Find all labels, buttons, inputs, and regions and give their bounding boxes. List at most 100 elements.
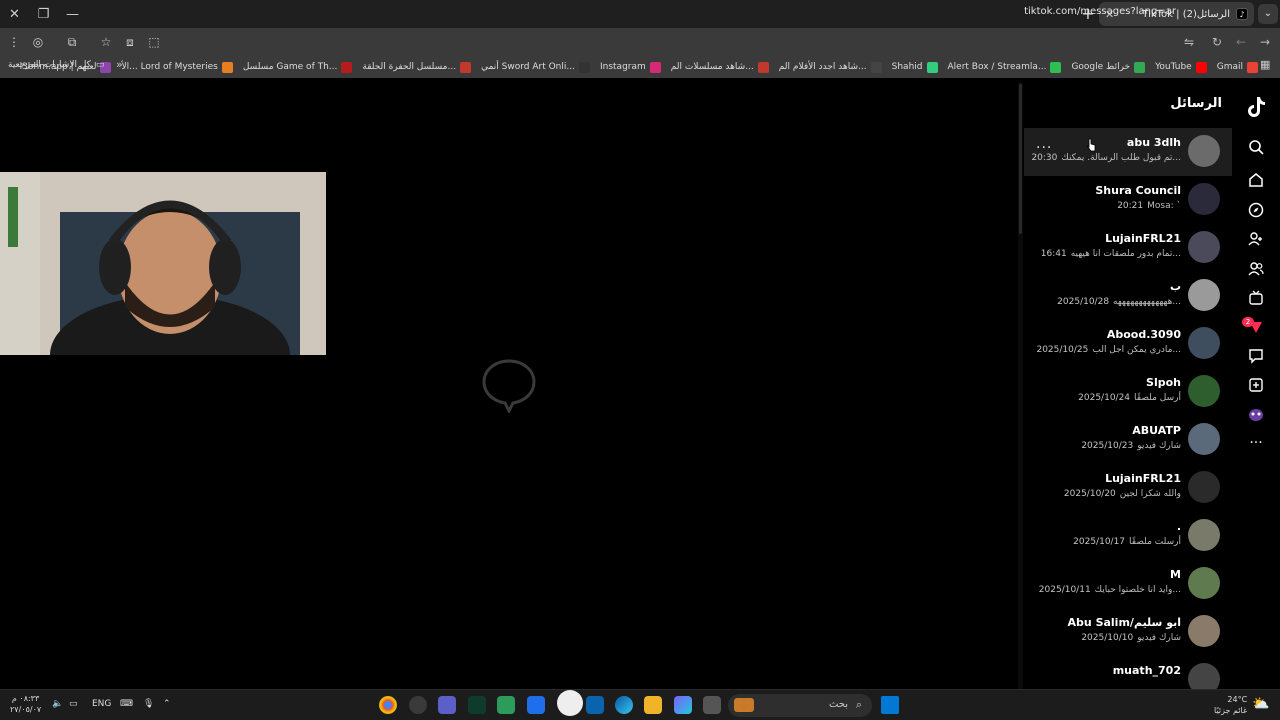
- conversation-preview: والله شكرا لجين: [1119, 489, 1181, 499]
- all-bookmarks[interactable]: كل الإشارات المرجعية ▭: [8, 60, 104, 70]
- edge-taskbar-icon[interactable]: [615, 696, 633, 714]
- clock[interactable]: ٠٨:٣٣ م ٢٧/٠٥/٠٧: [10, 693, 41, 715]
- excel-taskbar-icon[interactable]: [497, 696, 515, 714]
- extensions-icon[interactable]: ⧉: [60, 30, 84, 54]
- bookmark-item[interactable]: أنمي Sword Art Onli...: [481, 61, 590, 73]
- copilot-taskbar-icon[interactable]: [674, 696, 692, 714]
- bookmark-item[interactable]: الأ... Lord of Mysteries: [121, 61, 233, 73]
- tray-expand-icon[interactable]: ⌃: [163, 699, 171, 709]
- search-icon: ⌕: [855, 698, 862, 711]
- file-explorer-taskbar-icon[interactable]: [644, 696, 662, 714]
- search-icon[interactable]: [1245, 136, 1267, 158]
- conversation-meta: 2025/10/10 شارك فيديو: [1081, 633, 1181, 643]
- following-icon[interactable]: [1245, 228, 1267, 250]
- bookmarks-bar: Gmail YouTube Google خرائط Alert Box / Stre…: [0, 56, 1280, 78]
- bookmark-item[interactable]: مسلسل Game of Th...: [243, 61, 353, 73]
- conversation-avatar: [1188, 423, 1220, 455]
- bookmark-item[interactable]: YouTube: [1155, 61, 1207, 73]
- bookmark-item[interactable]: Instagram: [600, 61, 661, 73]
- menu-icon[interactable]: ⋮: [2, 30, 26, 54]
- reload-icon[interactable]: ↻: [1206, 30, 1228, 54]
- bookmark-favicon-icon: [1247, 61, 1258, 73]
- live-icon[interactable]: [1245, 287, 1267, 309]
- conversation-more-icon[interactable]: ···: [1036, 140, 1052, 156]
- conversation-item[interactable]: M 2025/10/11 وايد انا خلصتوا حبايك...: [1024, 560, 1232, 608]
- mail-taskbar-icon[interactable]: [586, 696, 604, 714]
- conversation-item[interactable]: . 2025/10/17 أرسلت ملصقًا: [1024, 512, 1232, 560]
- explore-icon[interactable]: [1245, 199, 1267, 221]
- profile-icon[interactable]: ◎: [26, 30, 50, 54]
- close-window-button[interactable]: ✕: [0, 0, 29, 28]
- weather-widget[interactable]: 24°C غائم جزئيًا: [1214, 694, 1247, 716]
- bookmark-item[interactable]: مسلسل الحفرة الحلقة...: [362, 61, 472, 73]
- teams-taskbar-icon[interactable]: [438, 696, 456, 714]
- conversation-item[interactable]: Shura Council 20:21 Mosa: `: [1024, 176, 1232, 224]
- conversation-item[interactable]: Slpoh 2025/10/24 أرسل ملصقًا: [1024, 368, 1232, 416]
- keyboard-icon[interactable]: ⌨: [120, 699, 133, 709]
- apps-grid-icon[interactable]: ▦: [1260, 58, 1274, 72]
- conversation-name: M: [1170, 568, 1181, 581]
- bookmark-label: Google خرائط: [1071, 62, 1131, 72]
- url-field[interactable]: tiktok.com/messages?lang=ar: [980, 6, 1176, 17]
- home-icon[interactable]: [1245, 169, 1267, 191]
- conversation-item[interactable]: ب 2025/10/28 هههههههههههههه...: [1024, 272, 1232, 320]
- conversation-time: 2025/10/23: [1081, 441, 1134, 451]
- conversation-preview: وايد انا خلصتوا حبايك...: [1094, 585, 1181, 595]
- bookmark-item[interactable]: شاهد مسلسلات الم...: [671, 61, 769, 73]
- bookmark-item[interactable]: Shahid: [892, 61, 938, 73]
- bookmark-item[interactable]: Gmail: [1217, 61, 1258, 73]
- conversation-preview: Mosa: `: [1147, 201, 1181, 211]
- webcam-overlay: [0, 172, 326, 355]
- scroll-thumb[interactable]: [1019, 84, 1022, 234]
- bookmark-star-icon[interactable]: ☆: [94, 30, 118, 54]
- bookmark-favicon-icon: [341, 61, 353, 73]
- bookmark-favicon-icon: [1195, 61, 1207, 73]
- conversation-avatar: [1188, 183, 1220, 215]
- start-button[interactable]: [881, 696, 899, 714]
- weather-icon: ⛅: [1252, 696, 1270, 712]
- activity-badge: 2: [1242, 317, 1254, 327]
- conversation-item[interactable]: LujainFRL21 16:41 تمام بدور ملصقات انا هيه…: [1024, 224, 1232, 272]
- conversation-time: 2025/10/28: [1057, 297, 1110, 307]
- tiktok-logo-icon[interactable]: [1245, 96, 1267, 118]
- share-icon[interactable]: ⬚: [142, 30, 166, 54]
- chrome-taskbar-icon[interactable]: [379, 696, 397, 714]
- all-bookmarks-label: كل الإشارات المرجعية: [8, 60, 91, 70]
- microphone-icon[interactable]: 🎙: [143, 699, 154, 709]
- more-bookmarks-icon[interactable]: »: [116, 58, 123, 71]
- taskbar-search[interactable]: ⌕ بحث: [728, 694, 872, 717]
- conversation-item[interactable]: Abood.3090 2025/10/25 مادري يمكن اجل الب..…: [1024, 320, 1232, 368]
- site-settings-icon[interactable]: ⇋: [1178, 30, 1200, 54]
- forward-icon[interactable]: →: [1254, 30, 1276, 54]
- app-taskbar-icon[interactable]: [468, 696, 486, 714]
- discord-mascot-taskbar-icon[interactable]: [557, 690, 583, 716]
- back-icon[interactable]: ←: [1230, 30, 1252, 54]
- messages-icon[interactable]: [1245, 345, 1267, 367]
- minimize-window-button[interactable]: —: [58, 0, 87, 28]
- upload-icon[interactable]: [1245, 374, 1267, 396]
- network-icon[interactable]: ▭: [69, 699, 78, 709]
- conversation-preview: مادري يمكن اجل الب...: [1092, 345, 1181, 355]
- conversation-item[interactable]: Abu Salim/ابو سليم 2025/10/10 شارك فيديو: [1024, 608, 1232, 656]
- bookmark-favicon-icon: [221, 61, 233, 73]
- volume-icon[interactable]: 🔈: [52, 699, 63, 709]
- language-indicator[interactable]: ENG: [92, 699, 111, 709]
- bookmark-item[interactable]: Google خرائط: [1071, 61, 1146, 73]
- conversation-item[interactable]: LujainFRL21 2025/10/20 والله شكرا لجين: [1024, 464, 1232, 512]
- store-taskbar-icon[interactable]: [527, 696, 545, 714]
- tab-search-button[interactable]: ⌄: [1258, 4, 1278, 24]
- conversation-meta: 2025/10/23 شارك فيديو: [1081, 441, 1181, 451]
- conversation-item[interactable]: abu 3dlh 20:30 تم قبول طلب الرسالة. يمكنك.…: [1024, 128, 1232, 176]
- profile-avatar-icon[interactable]: [1245, 403, 1267, 425]
- conversation-avatar: [1188, 231, 1220, 263]
- bookmark-item[interactable]: Alert Box / Streamla...: [948, 61, 1062, 73]
- friends-icon[interactable]: [1245, 258, 1267, 280]
- more-icon[interactable]: ···: [1245, 432, 1267, 454]
- conversation-item[interactable]: ABUATP 2025/10/23 شارك فيديو: [1024, 416, 1232, 464]
- bookmark-label: مسلسل الحفرة الحلقة...: [362, 62, 457, 72]
- bookmark-item[interactable]: شاهد اجدد الأفلام الم...: [779, 61, 882, 73]
- maximize-window-button[interactable]: ❐: [29, 0, 58, 28]
- translate-icon[interactable]: ⧈: [118, 30, 142, 54]
- task-view-taskbar-icon[interactable]: [703, 696, 721, 714]
- settings-taskbar-icon[interactable]: [409, 696, 427, 714]
